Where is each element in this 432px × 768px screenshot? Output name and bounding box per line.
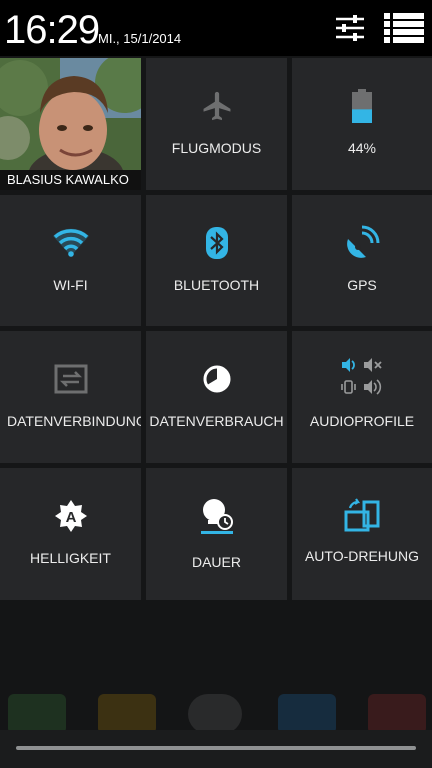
profile-photo — [0, 58, 141, 170]
bluetooth-icon — [205, 227, 228, 259]
background-app-icon — [278, 694, 336, 734]
airplane-icon — [203, 91, 230, 121]
tile-wifi[interactable]: WI-FI — [0, 195, 141, 326]
data-usage-icon — [203, 365, 230, 393]
tile-label: DAUER — [191, 554, 241, 570]
drag-handle[interactable] — [16, 746, 416, 750]
status-bar: 16:29 MI., 15/1/2014 — [0, 0, 432, 56]
tile-mobile-data[interactable]: DATENVERBINDUNG — [0, 331, 141, 463]
background-app-icon — [8, 694, 66, 734]
tile-gps[interactable]: GPS — [292, 195, 432, 326]
tile-screen-timeout[interactable]: DAUER — [146, 468, 287, 600]
list-icon — [384, 13, 424, 43]
tile-label: DATENVERBINDUNG — [7, 413, 141, 429]
tile-auto-rotate[interactable]: AUTO-DREHUNG — [292, 468, 432, 600]
tile-bluetooth[interactable]: BLUETOOTH — [146, 195, 287, 326]
date: MI., 15/1/2014 — [98, 31, 182, 46]
background-app-icon — [98, 694, 156, 734]
tile-label: BLUETOOTH — [173, 277, 260, 293]
tile-battery[interactable]: 44% — [292, 58, 432, 190]
background-app-drawer-icon — [188, 694, 242, 734]
tile-label: DATENVERBRAUCH — [149, 413, 284, 429]
satellite-icon — [347, 225, 380, 258]
battery-percentage: 44% — [347, 140, 377, 156]
notifications-list-button[interactable] — [382, 6, 426, 50]
brightness-auto-icon: A — [54, 500, 87, 532]
data-connection-icon — [54, 364, 87, 394]
quick-settings-button[interactable] — [328, 6, 372, 50]
profile-name: BLASIUS KAWALKO — [0, 170, 141, 190]
background-app-icon — [368, 694, 426, 734]
tile-data-usage[interactable]: DATENVERBRAUCH — [146, 331, 287, 463]
profile-tile[interactable]: BLASIUS KAWALKO — [0, 58, 141, 190]
audio-profiles-icon — [341, 358, 382, 395]
sliders-icon — [336, 15, 364, 41]
tile-brightness[interactable]: A HELLIGKEIT — [0, 468, 141, 600]
screen-timeout-icon — [200, 499, 233, 534]
tile-label: AUTO-DREHUNG — [304, 548, 420, 564]
tile-audio-profiles[interactable]: AUDIOPROFILE — [292, 331, 432, 463]
tile-label: FLUGMODUS — [171, 140, 262, 156]
tile-airplane-mode[interactable]: FLUGMODUS — [146, 58, 287, 190]
tile-label: WI-FI — [53, 277, 88, 293]
tile-label: AUDIOPROFILE — [309, 413, 415, 429]
clock: 16:29 — [4, 8, 100, 52]
auto-rotate-icon — [344, 498, 380, 532]
wifi-icon — [52, 228, 89, 257]
svg-text:A: A — [65, 509, 76, 526]
battery-icon — [352, 89, 372, 123]
tile-label: HELLIGKEIT — [30, 550, 111, 566]
tile-label: GPS — [347, 277, 377, 293]
